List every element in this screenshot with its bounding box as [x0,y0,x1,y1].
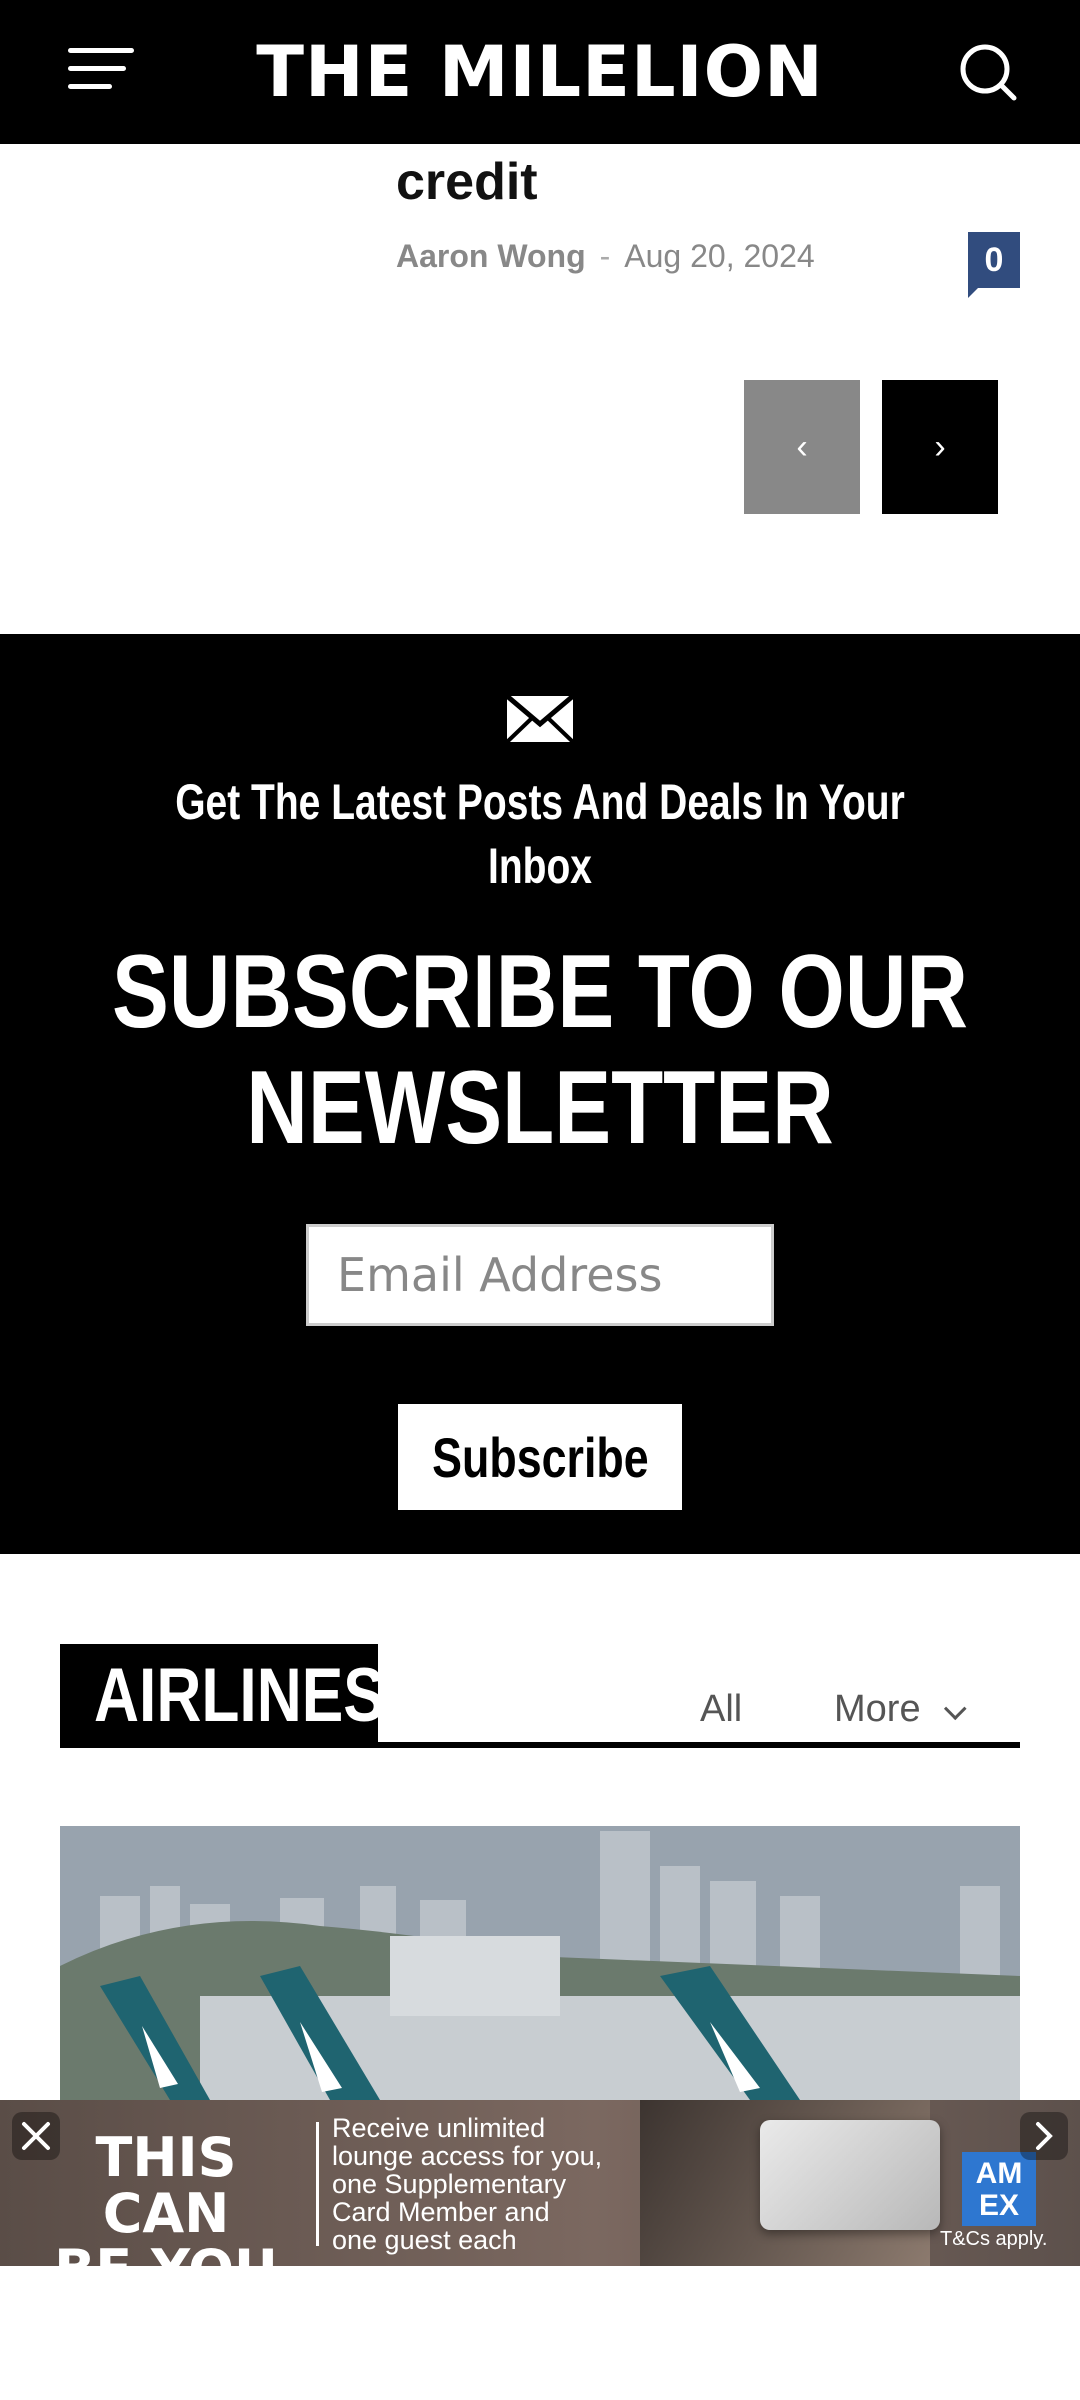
ad-terms: T&Cs apply. [940,2228,1048,2250]
section-divider [378,1742,1020,1748]
amex-logo: AM EX [962,2152,1036,2226]
featured-article-image[interactable] [60,1826,1020,2100]
headline-line-1: SUBSCRIBE TO OUR [111,934,969,1050]
ad-body-text: Receive unlimited lounge access for you,… [332,2114,652,2254]
site-logo[interactable]: THE MILELION [0,28,1080,116]
previous-page-button[interactable]: ‹ [744,380,860,514]
ad-body-line-2: lounge access for you, [332,2141,603,2171]
subscribe-button[interactable]: Subscribe [398,1404,682,1510]
newsletter-tagline: Get The Latest Posts And Deals In Your I… [175,774,905,894]
meta-separator: - [599,238,611,274]
section-title[interactable]: AIRLINES [60,1644,385,1748]
subscribe-button-label: Subscribe [431,1425,649,1489]
email-field[interactable] [306,1224,774,1326]
ad-body-line-3: one Supplementary [332,2169,567,2199]
section-header-airlines: AIRLINES All More [60,1644,1020,1748]
amex-logo-line-1: AM [975,2157,1023,2190]
close-icon[interactable] [12,2112,60,2160]
next-page-button[interactable]: › [882,380,998,514]
ad-headline: THIS CAN BE YOU [26,2126,306,2267]
top-navigation-bar: THE MILELION [0,0,1080,144]
article-date: Aug 20, 2024 [624,238,815,274]
article-title[interactable]: credit [396,150,538,214]
article-meta: Aaron Wong - Aug 20, 2024 [396,234,815,278]
article-author[interactable]: Aaron Wong [396,238,586,274]
ad-body-line-1: Receive unlimited [332,2113,546,2143]
tab-all[interactable]: All [700,1688,742,1731]
tab-more[interactable]: More [834,1688,967,1731]
comment-count-badge[interactable]: 0 [968,232,1020,298]
ad-divider [316,2122,319,2246]
search-icon[interactable] [956,40,1020,104]
ad-headline-line-1: THIS CAN [95,2126,237,2245]
envelope-icon [505,694,575,744]
tab-more-label: More [834,1688,921,1730]
newsletter-section: Get The Latest Posts And Deals In Your I… [0,634,1080,1554]
amex-logo-line-2: EX [978,2189,1020,2222]
section-title-label: AIRLINES [94,1653,385,1738]
ad-body-line-4: Card Member and [332,2197,550,2227]
ad-headline-line-2: BE YOU [26,2242,306,2267]
chevron-right-icon[interactable] [1020,2112,1068,2160]
ad-card-image [760,2120,940,2230]
ad-body-line-5: one guest each [332,2225,517,2255]
newsletter-headline: SUBSCRIBE TO OUR NEWSLETTER [97,934,983,1166]
advertisement-banner[interactable]: THIS CAN BE YOU Receive unlimited lounge… [0,2100,1080,2266]
headline-line-2: NEWSLETTER [246,1050,834,1166]
chevron-down-icon [943,1697,967,1721]
